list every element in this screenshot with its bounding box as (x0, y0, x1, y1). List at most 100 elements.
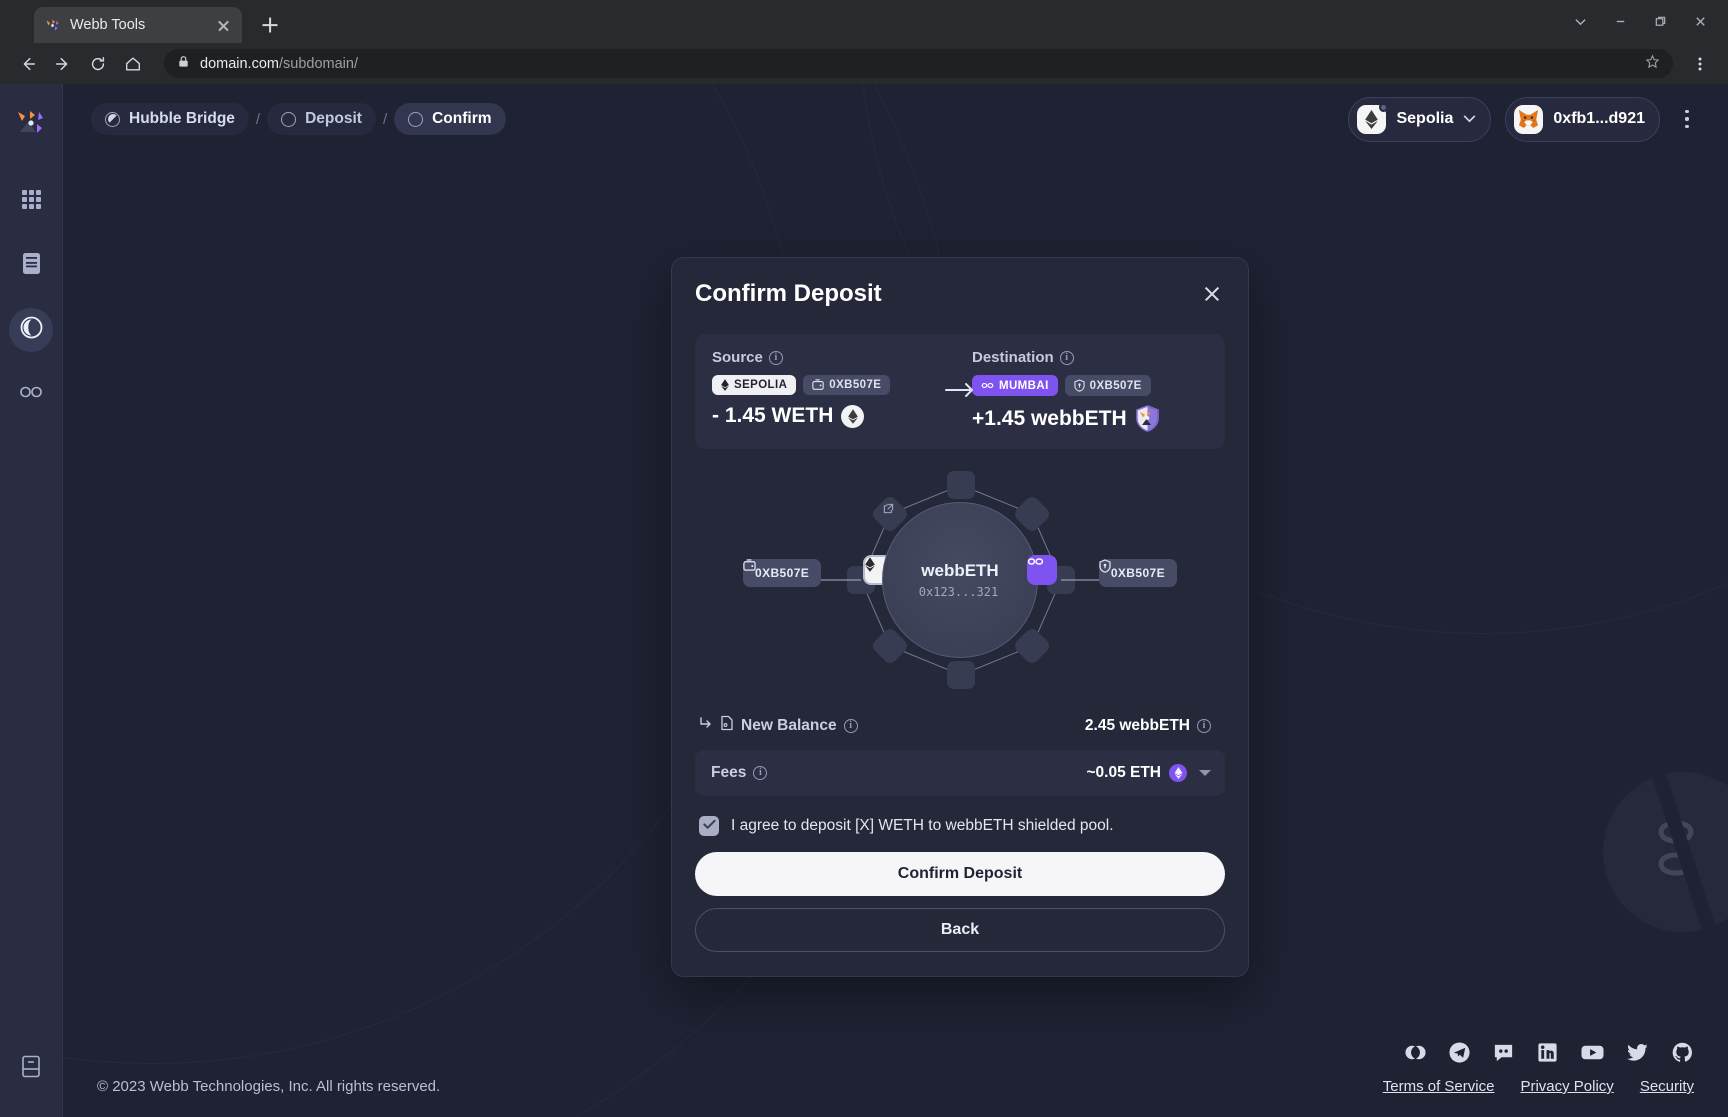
address-domain: domain.com (200, 55, 279, 72)
source-label-row: Source i (712, 349, 948, 366)
address-bar-actions (1645, 54, 1660, 73)
diagram-right-node-label: 0XB507E (1110, 566, 1165, 580)
breadcrumb-separator: / (382, 110, 388, 128)
destination-label-row: Destination i (972, 349, 1208, 366)
youtube-icon[interactable] (1580, 1041, 1605, 1064)
app-footer: © 2023 Webb Technologies, Inc. All right… (63, 967, 1728, 1117)
circle-icon (281, 111, 297, 127)
sidebar-item-tangle[interactable] (9, 372, 53, 416)
browser-menu-button[interactable] (1684, 48, 1716, 80)
footer-link-security[interactable]: Security (1640, 1078, 1694, 1095)
destination-amount: +1.45 webbETH (972, 406, 1127, 430)
chain-link-icon (981, 382, 994, 389)
star-icon[interactable] (1645, 54, 1660, 73)
reload-button[interactable] (82, 48, 114, 80)
info-icon[interactable]: i (768, 350, 783, 365)
home-button[interactable] (117, 48, 149, 80)
info-icon[interactable]: i (843, 718, 858, 733)
commonwealth-icon[interactable] (1404, 1041, 1427, 1064)
destination-amount-row: +1.45 webbETH (972, 405, 1208, 432)
footer-link-terms[interactable]: Terms of Service (1383, 1078, 1495, 1095)
page-title: Confirm Deposit (695, 280, 882, 307)
twitter-icon[interactable] (1626, 1041, 1650, 1064)
webb-watermark-icon (1603, 772, 1728, 932)
shielded-pool-node: webbETH 0x123...321 (882, 502, 1038, 658)
social-links (1404, 1041, 1694, 1064)
minimize-icon[interactable] (1600, 6, 1640, 36)
chevron-down-icon[interactable] (1560, 6, 1600, 36)
breadcrumb-label: Deposit (305, 110, 362, 127)
wallet-address-label: 0xfb1...d921 (1553, 110, 1645, 127)
address-bar-url: domain.com/subdomain/ (200, 56, 358, 72)
info-icon[interactable]: i (753, 766, 768, 780)
corner-arrow-icon (699, 716, 713, 735)
grid-apps-icon (21, 189, 42, 215)
fees-value-group: ~0.05 ETH (1086, 764, 1211, 782)
app-header: Hubble Bridge / Deposit / Confirm Sepoli… (63, 84, 1728, 154)
pool-address-row[interactable]: 0x123...321 (883, 503, 1001, 599)
sidebar (0, 84, 63, 1117)
fees-label: Fees (711, 764, 747, 781)
browser-tab[interactable]: Webb Tools (34, 7, 242, 43)
chain-selector[interactable]: Sepolia (1348, 96, 1492, 142)
destination-chain-chip: MUMBAI (972, 375, 1058, 396)
breadcrumb-item-hubble-bridge[interactable]: Hubble Bridge (91, 103, 249, 135)
close-icon[interactable] (1680, 6, 1720, 36)
linkedin-icon[interactable] (1536, 1041, 1559, 1064)
diagram-left-node: 0XB507E (743, 559, 822, 587)
sidebar-item-apps[interactable] (9, 180, 53, 224)
lock-icon (177, 55, 190, 72)
breadcrumb-item-confirm[interactable]: Confirm (394, 103, 506, 135)
agreement-text: I agree to deposit [X] WETH to webbETH s… (731, 817, 1114, 834)
diagram-destination-token (1027, 555, 1057, 585)
chevron-down-icon[interactable] (1199, 770, 1211, 776)
ethereum-icon (1357, 102, 1389, 134)
footer-link-privacy[interactable]: Privacy Policy (1520, 1078, 1613, 1095)
info-icon[interactable]: i (1197, 718, 1211, 733)
discord-icon[interactable] (1492, 1041, 1515, 1064)
webb-logo-icon[interactable] (14, 106, 48, 140)
close-icon[interactable] (215, 17, 232, 34)
sidebar-item-hubble-bridge[interactable] (9, 308, 53, 352)
source-destination-panel: Source i SEPOLIA 0XB507E - 1.45 WETH Des… (695, 334, 1225, 449)
document-icon (21, 252, 42, 280)
wallet-button[interactable]: 0xfb1...d921 (1505, 96, 1660, 142)
source-address-label: 0XB507E (829, 379, 882, 391)
source-amount: - 1.45 WETH (712, 404, 834, 427)
deposit-flow-diagram: 0XB507E webbETH 0x123...321 0XB507E (695, 465, 1225, 695)
fees-label-group: Fees i (711, 764, 768, 782)
new-balance-row: New Balance i 2.45 webbETH i (695, 701, 1225, 750)
browser-toolbar: domain.com/subdomain/ (0, 43, 1728, 84)
fees-value: ~0.05 ETH (1086, 764, 1161, 781)
fees-row[interactable]: Fees i ~0.05 ETH (695, 750, 1225, 796)
address-bar[interactable]: domain.com/subdomain/ (164, 49, 1673, 78)
webb-shield-icon (1135, 405, 1160, 432)
sidebar-item-docs[interactable] (9, 1047, 53, 1091)
breadcrumb-label: Hubble Bridge (129, 110, 235, 127)
destination-address-chip: 0XB507E (1064, 375, 1151, 396)
address-path: /subdomain/ (278, 55, 358, 72)
modal-header: Confirm Deposit (695, 280, 1225, 308)
shield-key-icon (1074, 379, 1085, 392)
breadcrumb-item-deposit[interactable]: Deposit (267, 103, 376, 135)
close-icon[interactable] (1199, 281, 1225, 307)
source-chain-label: SEPOLIA (734, 379, 788, 391)
agreement-checkbox[interactable] (699, 816, 719, 836)
kebab-icon[interactable] (1674, 104, 1700, 134)
half-moon-icon (105, 111, 120, 127)
main-content: Hubble Bridge / Deposit / Confirm Sepoli… (63, 84, 1728, 1117)
github-icon[interactable] (1671, 1041, 1694, 1064)
back-button[interactable] (12, 48, 44, 80)
sidebar-item-statistics[interactable] (9, 244, 53, 288)
maximize-icon[interactable] (1640, 6, 1680, 36)
new-tab-button[interactable] (256, 11, 284, 39)
new-balance-value: 2.45 webbETH (1084, 716, 1190, 734)
source-amount-row: - 1.45 WETH (712, 404, 948, 428)
source-label: Source (712, 349, 763, 366)
forward-button[interactable] (47, 48, 79, 80)
back-button[interactable]: Back (695, 908, 1225, 952)
diagram-left-node-label: 0XB507E (755, 566, 810, 580)
confirm-deposit-button[interactable]: Confirm Deposit (695, 852, 1225, 896)
telegram-icon[interactable] (1448, 1041, 1471, 1064)
info-icon[interactable]: i (1059, 350, 1074, 365)
